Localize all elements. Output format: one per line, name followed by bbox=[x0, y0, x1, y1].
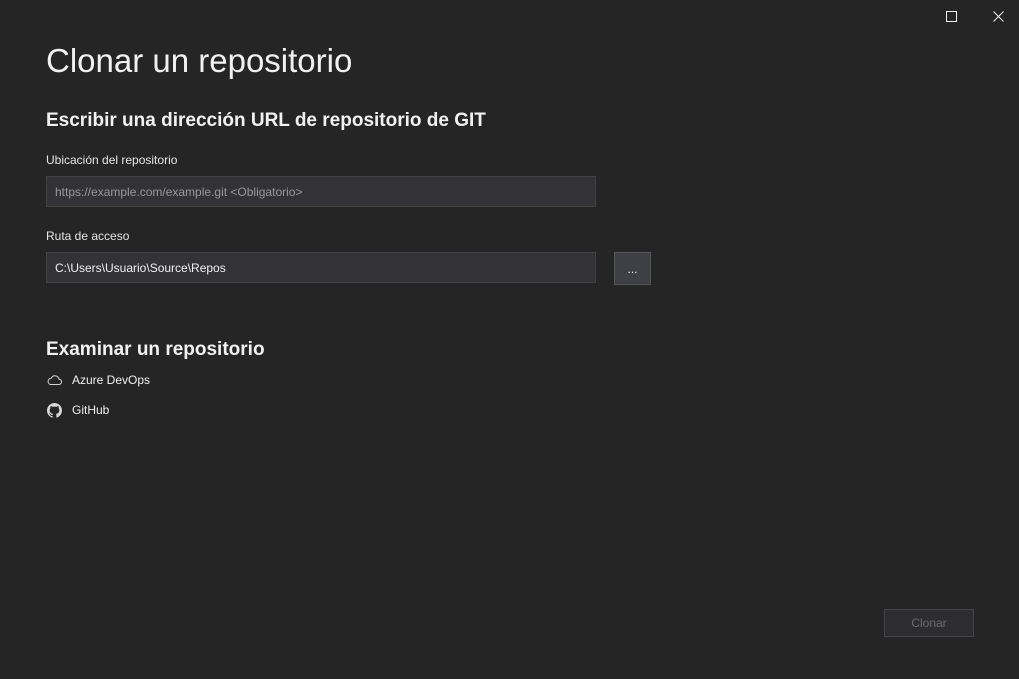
provider-label: GitHub bbox=[72, 403, 110, 417]
provider-github[interactable]: GitHub bbox=[46, 401, 109, 419]
provider-azure-devops[interactable]: Azure DevOps bbox=[46, 371, 150, 389]
repository-location-label: Ubicación del repositorio bbox=[46, 153, 178, 167]
close-icon bbox=[992, 10, 1004, 22]
provider-label: Azure DevOps bbox=[72, 373, 151, 387]
browse-section-heading: Examinar un repositorio bbox=[46, 339, 265, 360]
url-section-heading: Escribir una dirección URL de repositori… bbox=[46, 110, 486, 131]
cloud-icon bbox=[46, 372, 62, 388]
maximize-icon bbox=[945, 10, 957, 22]
path-input[interactable] bbox=[46, 252, 596, 283]
clone-button[interactable]: Clonar bbox=[884, 609, 974, 637]
page-title: Clonar un repositorio bbox=[46, 42, 353, 79]
repository-location-input[interactable] bbox=[46, 176, 596, 207]
path-label: Ruta de acceso bbox=[46, 229, 130, 243]
github-icon bbox=[46, 402, 62, 418]
clone-repository-dialog: Clonar un repositorio Escribir una direc… bbox=[0, 0, 1019, 679]
close-button[interactable] bbox=[975, 0, 1019, 32]
browse-folder-button[interactable]: ... bbox=[614, 252, 651, 285]
maximize-button[interactable] bbox=[928, 0, 974, 32]
